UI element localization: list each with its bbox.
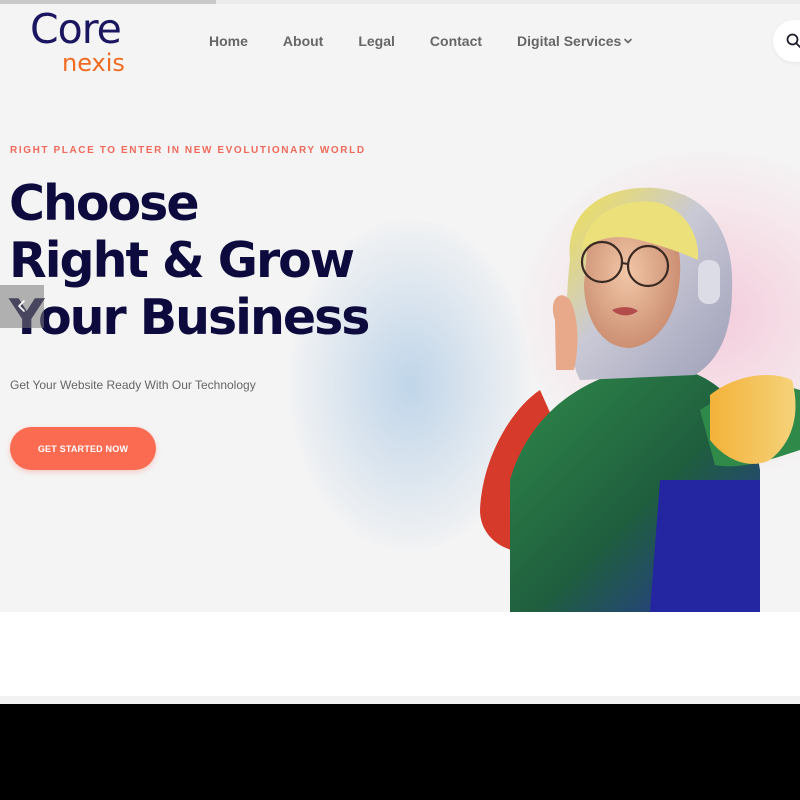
- hero-kicker: RIGHT PLACE TO ENTER IN NEW EVOLUTIONARY…: [10, 145, 366, 156]
- hero-headline-line-1: Choose: [9, 175, 200, 232]
- nav-digital-services-label: Digital Services: [517, 33, 622, 49]
- nav-digital-services[interactable]: Digital Services: [517, 32, 633, 50]
- chevron-left-icon: [18, 300, 25, 312]
- hero-headline-line-2: Right & Grow: [9, 232, 355, 289]
- hero-person-image: [480, 187, 800, 612]
- nav-legal[interactable]: Legal: [358, 32, 395, 50]
- search-button[interactable]: [773, 20, 800, 62]
- slider-progress-track: [0, 0, 800, 4]
- nav-about[interactable]: About: [283, 32, 323, 50]
- search-icon: [786, 33, 800, 48]
- hero-section: Core nexis Home About Legal Contact Digi…: [0, 0, 800, 612]
- main-nav: Home About Legal Contact Digital Service…: [209, 32, 633, 50]
- hero-subtext: Get Your Website Ready With Our Technolo…: [10, 378, 256, 392]
- logo-core-text: Core: [30, 5, 122, 53]
- slider-prev-button[interactable]: [0, 285, 44, 328]
- hero-headline: Choose Right & Grow Your Business: [9, 175, 370, 346]
- get-started-button[interactable]: GET STARTED NOW: [10, 427, 156, 470]
- black-bar: [0, 704, 800, 800]
- logo-nexis-text: nexis: [62, 49, 125, 77]
- nav-contact[interactable]: Contact: [430, 32, 482, 50]
- logo[interactable]: Core nexis: [30, 6, 140, 76]
- hero-headline-line-3: Your Business: [9, 289, 370, 346]
- page: Core nexis Home About Legal Contact Digi…: [0, 0, 800, 704]
- nav-home[interactable]: Home: [209, 32, 248, 50]
- section-divider: [0, 696, 800, 704]
- slider-progress-fill: [0, 0, 216, 4]
- chevron-down-icon: [624, 38, 633, 44]
